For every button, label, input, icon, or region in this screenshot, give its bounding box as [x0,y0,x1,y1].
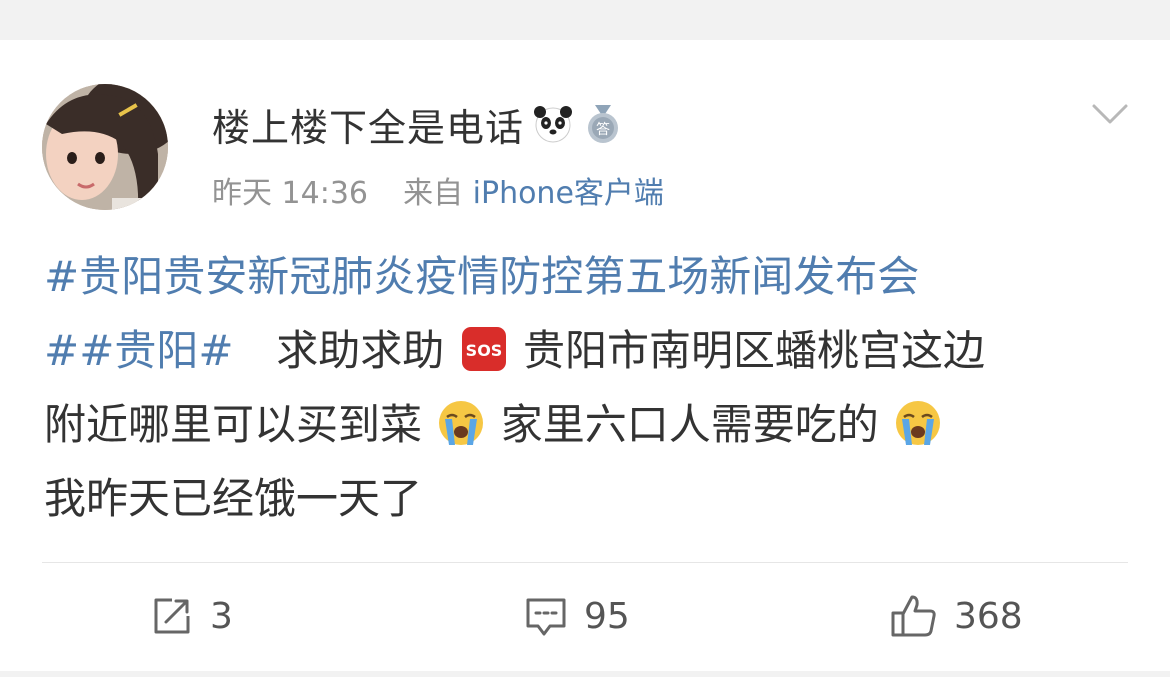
user-avatar[interactable] [42,84,168,210]
post-text: 附近哪里可以买到菜 [44,400,423,449]
weibo-page: 楼上楼下全是电话 答 昨天 14:36 来自 iPhone客户端 #贵阳贵安新冠… [0,0,1170,677]
content-line-4: 我昨天已经饿一天了 [44,462,1134,536]
content-line-3: 附近哪里可以买到菜 家里六口人需要吃的 [44,388,1134,462]
avatar-photo [42,84,168,210]
like-button[interactable]: 368 [890,592,1023,640]
post-text: 贵阳市南明区蟠桃宫这边 [523,326,986,375]
post-text: 我昨天已经饿一天了 [44,474,423,523]
post-source[interactable]: iPhone客户端 [473,176,664,211]
post-content: #贵阳贵安新冠肺炎疫情防控第五场新闻发布会 ##贵阳# 求助求助 SOS 贵阳市… [44,240,1134,536]
repost-icon [154,598,190,634]
svg-text:答: 答 [596,121,610,138]
post-text: 家里六口人需要吃的 [500,400,879,449]
content-line-1: #贵阳贵安新冠肺炎疫情防控第五场新闻发布会 [44,240,1134,314]
divider [42,562,1128,563]
repost-count: 3 [210,595,233,637]
from-label: 来自 [403,176,464,211]
topic-link[interactable]: #贵阳贵安新冠肺炎疫情防控第五场新闻发布会 [44,252,919,301]
sos-emoji-icon: SOS [461,327,506,371]
crying-face-emoji-icon [896,401,941,445]
repost-button[interactable]: 3 [150,592,233,640]
post-text: 求助求助 [276,326,445,375]
thumbs-up-icon [891,595,936,637]
post-time: 昨天 14:36 [212,176,368,211]
panda-emoji-icon [534,106,573,143]
chevron-down-icon[interactable] [1090,98,1130,128]
username-row: 楼上楼下全是电话 答 [212,98,624,150]
like-count: 368 [954,595,1023,637]
content-line-2: ##贵阳# 求助求助 SOS 贵阳市南明区蟠桃宫这边 [44,314,1134,388]
crying-face-emoji-icon [439,401,484,445]
svg-text:SOS: SOS [465,341,502,360]
post-meta: 昨天 14:36 来自 iPhone客户端 [212,168,664,212]
post-card: 楼上楼下全是电话 答 昨天 14:36 来自 iPhone客户端 #贵阳贵安新冠… [0,40,1170,671]
comment-button[interactable]: 95 [524,592,630,640]
comment-icon [526,598,566,636]
medal-badge-icon[interactable]: 答 [582,103,624,145]
topic-link-guiyang[interactable]: ##贵阳# [44,326,234,375]
comment-count: 95 [584,595,630,637]
username[interactable]: 楼上楼下全是电话 [212,97,524,152]
